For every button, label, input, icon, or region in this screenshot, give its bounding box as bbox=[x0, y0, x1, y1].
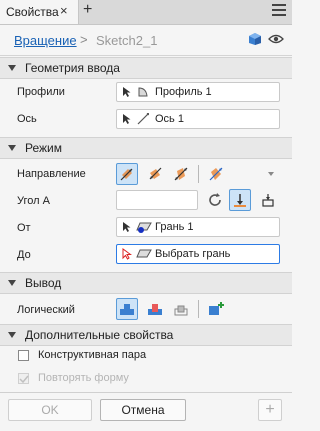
eye-icon[interactable] bbox=[268, 34, 284, 44]
profiles-label: Профили bbox=[17, 86, 65, 98]
tab-bar: Свойства × + bbox=[0, 0, 292, 25]
direction-default-icon bbox=[120, 168, 133, 181]
section-mode[interactable]: Режим bbox=[0, 137, 292, 159]
construction-pair-checkbox[interactable] bbox=[18, 350, 29, 361]
axis-label: Ось bbox=[17, 113, 37, 125]
collapse-icon bbox=[8, 65, 16, 71]
cut-icon bbox=[148, 304, 162, 315]
face-icon bbox=[136, 249, 152, 258]
repeat-form-label: Повторять форму bbox=[38, 372, 129, 384]
cursor-icon bbox=[123, 222, 131, 232]
direction-symmetric-icon bbox=[174, 167, 188, 181]
to-selector[interactable]: Выбрать грань bbox=[116, 244, 280, 264]
direction-dropdown-icon[interactable] bbox=[268, 172, 274, 176]
from-selector[interactable]: Грань 1 bbox=[116, 217, 280, 237]
cancel-button[interactable]: Отмена bbox=[100, 399, 186, 421]
direction-flipped-icon bbox=[149, 167, 162, 180]
direction-asymmetric-button[interactable] bbox=[205, 163, 227, 185]
arrow-down-icon bbox=[234, 194, 246, 207]
collapse-icon bbox=[8, 332, 16, 338]
cut-button[interactable] bbox=[144, 298, 166, 320]
from-label: От bbox=[17, 222, 31, 234]
breadcrumb-sketch: Sketch2_1 bbox=[96, 33, 158, 48]
tab-properties[interactable]: Свойства × bbox=[0, 0, 79, 24]
profiles-value: Профиль 1 bbox=[155, 86, 212, 98]
angle-input[interactable] bbox=[116, 190, 198, 210]
checkmark-icon bbox=[19, 375, 29, 384]
tab-properties-label: Свойства bbox=[6, 5, 59, 19]
from-value: Грань 1 bbox=[155, 221, 194, 233]
hamburger-menu-icon[interactable] bbox=[272, 4, 286, 18]
angle-label: Угол А bbox=[17, 195, 50, 207]
cube-icon[interactable] bbox=[248, 32, 262, 46]
breadcrumb-feature-link[interactable]: Вращение bbox=[14, 33, 77, 48]
section-input-geometry-title: Геометрия ввода bbox=[25, 61, 120, 75]
cursor-red-icon bbox=[122, 248, 132, 260]
new-body-button[interactable] bbox=[205, 298, 227, 320]
direction-asymmetric-icon bbox=[209, 167, 223, 181]
construction-pair-label: Конструктивная пара bbox=[38, 349, 147, 361]
toolbar-divider bbox=[198, 165, 199, 183]
toolbar-divider bbox=[198, 300, 199, 318]
intersect-button[interactable] bbox=[170, 298, 192, 320]
breadcrumb-separator: > bbox=[80, 32, 88, 47]
section-output[interactable]: Вывод bbox=[0, 272, 292, 294]
to-value: Выбрать грань bbox=[155, 248, 231, 260]
section-input-geometry[interactable]: Геометрия ввода bbox=[0, 57, 292, 79]
axis-selector[interactable]: Ось 1 bbox=[116, 109, 280, 129]
weight-icon[interactable] bbox=[260, 192, 276, 208]
join-button[interactable] bbox=[116, 298, 138, 320]
direction-flipped-button[interactable] bbox=[144, 163, 166, 185]
collapse-icon bbox=[8, 280, 16, 286]
join-icon bbox=[120, 304, 134, 315]
boolean-label: Логический bbox=[17, 304, 75, 316]
add-tab-icon[interactable]: + bbox=[83, 1, 92, 19]
axis-value: Ось 1 bbox=[155, 113, 184, 125]
profiles-selector[interactable]: Профиль 1 bbox=[116, 82, 280, 102]
face-icon bbox=[136, 222, 152, 233]
flip-direction-button[interactable] bbox=[229, 189, 251, 211]
collapse-icon bbox=[8, 145, 16, 151]
intersect-icon bbox=[174, 305, 188, 316]
direction-symmetric-button[interactable] bbox=[170, 163, 192, 185]
direction-default-button[interactable] bbox=[116, 163, 138, 185]
section-output-title: Вывод bbox=[25, 276, 62, 290]
ok-button[interactable]: OK bbox=[8, 399, 92, 421]
profile-shape-icon bbox=[138, 87, 148, 97]
add-icon[interactable]: + bbox=[258, 399, 282, 421]
cursor-icon bbox=[123, 87, 131, 97]
close-tab-icon[interactable]: × bbox=[60, 3, 68, 18]
section-mode-title: Режим bbox=[25, 141, 62, 155]
direction-label: Направление bbox=[17, 168, 86, 180]
cursor-icon bbox=[123, 114, 131, 124]
new-body-icon bbox=[209, 302, 224, 315]
to-label: До bbox=[17, 249, 31, 261]
refresh-icon[interactable] bbox=[207, 192, 223, 208]
section-advanced[interactable]: Дополнительные свойства bbox=[0, 324, 292, 346]
axis-line-icon bbox=[137, 113, 149, 125]
section-advanced-title: Дополнительные свойства bbox=[25, 328, 174, 342]
